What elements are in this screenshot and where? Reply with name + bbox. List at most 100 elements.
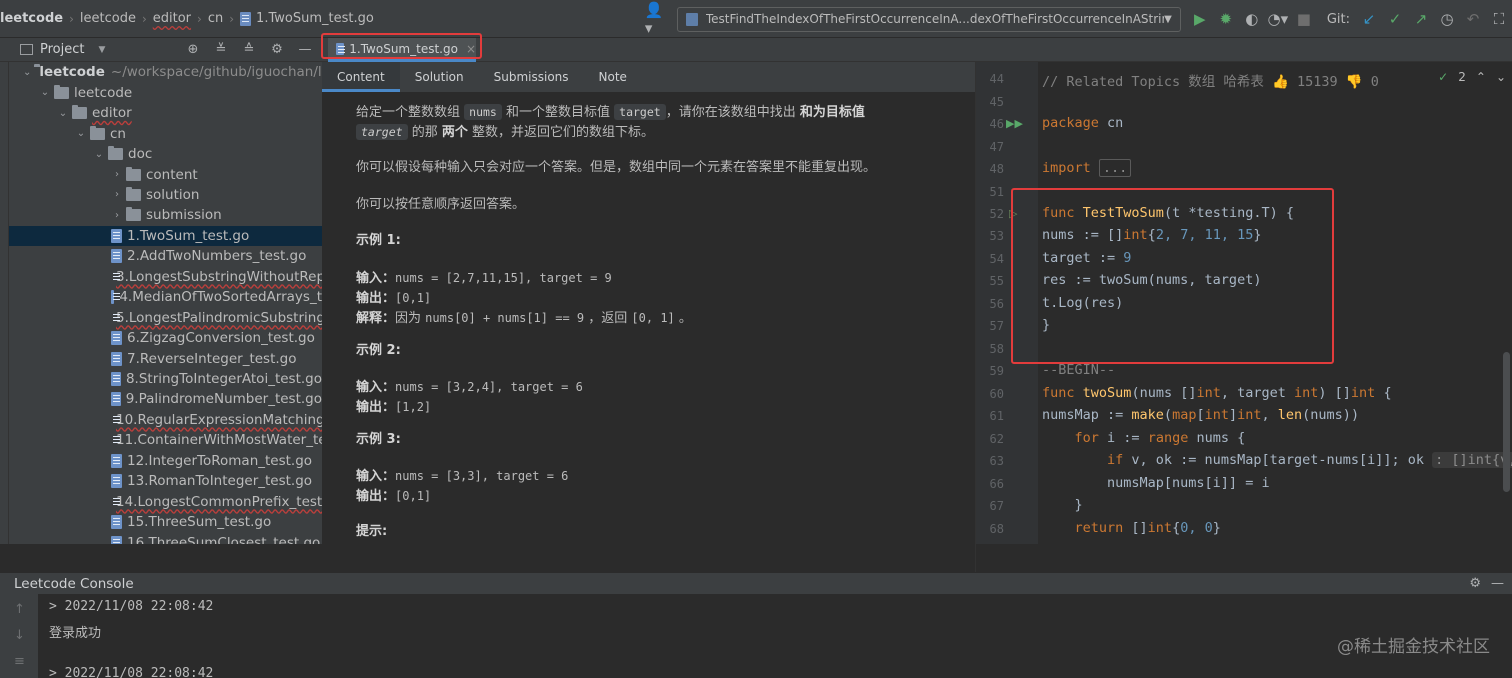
- chevron-right-icon[interactable]: ›: [111, 210, 123, 221]
- breadcrumb-project[interactable]: leetcode: [0, 0, 63, 38]
- code: (: [1163, 407, 1173, 423]
- gear-icon[interactable]: ⚙: [1469, 576, 1481, 591]
- chevron-down-icon[interactable]: ⌄: [23, 67, 31, 78]
- tree-folder-item[interactable]: ⌄ leetcode: [9, 82, 322, 103]
- gear-icon[interactable]: ⚙: [266, 42, 288, 57]
- chevron-down-icon[interactable]: ⌄: [75, 128, 87, 139]
- chevron-down-icon[interactable]: ⌄: [93, 149, 105, 160]
- text: 因为: [395, 311, 422, 326]
- line-number: 57: [989, 319, 1004, 333]
- arrow-down-icon[interactable]: ↓: [14, 628, 25, 643]
- tree-file-item[interactable]: 6.ZigzagConversion_test.go: [9, 328, 322, 349]
- fullscreen-icon[interactable]: ⛶: [1486, 6, 1512, 32]
- tree-item-label: 5.LongestPalindromicSubstring: [116, 309, 322, 326]
- line-number: 51: [989, 185, 1004, 199]
- label: 输出：: [356, 291, 396, 306]
- tree-folder-item[interactable]: ⌄ leetcode ~/workspace/github/iguochan/le: [9, 62, 322, 83]
- line-number: 54: [989, 252, 1004, 266]
- tree-folder-item[interactable]: › content: [9, 164, 322, 185]
- tree-folder-item[interactable]: › solution: [9, 185, 322, 206]
- line-number: 46: [989, 117, 1004, 131]
- text: 和一个整数目标值: [506, 105, 611, 120]
- chevron-up-icon[interactable]: ⌃: [1476, 70, 1486, 84]
- folder-icon: [108, 146, 123, 161]
- tree-file-item[interactable]: 8.StringToIntegerAtoi_test.go: [9, 369, 322, 390]
- collapse-all-icon[interactable]: ≙: [238, 42, 260, 57]
- tree-file-item[interactable]: 2.AddTwoNumbers_test.go: [9, 246, 322, 267]
- run-test-icon[interactable]: ▶▶: [1006, 117, 1023, 130]
- git-update-icon[interactable]: ↙: [1356, 6, 1382, 32]
- arrow-up-icon[interactable]: ↑: [14, 602, 25, 617]
- tree-file-item[interactable]: 1.TwoSum_test.go: [9, 225, 322, 247]
- chevron-down-icon: ▼: [1164, 13, 1172, 25]
- folded-code-hint[interactable]: : []int{v,: [1432, 452, 1512, 468]
- tab-content[interactable]: Content: [322, 62, 400, 92]
- stop-icon[interactable]: ■: [1291, 6, 1317, 32]
- tree-file-item[interactable]: 4.MedianOfTwoSortedArrays_t: [9, 287, 322, 308]
- profile-icon[interactable]: ◔▾: [1265, 6, 1291, 32]
- type: int: [1294, 385, 1319, 401]
- user-icon[interactable]: 👤▾: [645, 1, 671, 37]
- code: }: [1212, 520, 1221, 536]
- inline-code: target: [356, 124, 408, 140]
- git-push-icon[interactable]: ↗: [1408, 6, 1434, 32]
- expand-all-icon[interactable]: ≚: [210, 42, 232, 57]
- tree-file-item[interactable]: 14.LongestCommonPrefix_test: [9, 491, 322, 512]
- breadcrumb-module[interactable]: leetcode: [80, 0, 136, 38]
- project-tree[interactable]: ⌄ leetcode ~/workspace/github/iguochan/le ⌄…: [9, 62, 322, 544]
- chevron-down-icon[interactable]: ⌄: [39, 87, 51, 98]
- rollback-icon[interactable]: ↶: [1460, 6, 1486, 32]
- git-label: Git:: [1326, 11, 1350, 27]
- tab-submissions[interactable]: Submissions: [479, 62, 584, 92]
- tree-file-item[interactable]: 9.PalindromeNumber_test.go: [9, 389, 322, 410]
- type: int: [1350, 385, 1376, 401]
- tree-folder-item[interactable]: › submission: [9, 205, 322, 226]
- go-file-icon: [111, 515, 122, 530]
- minimize-icon[interactable]: —: [1491, 576, 1504, 591]
- run-configuration-select[interactable]: TestFindTheIndexOfTheFirstOccurrenceInA.…: [676, 6, 1181, 32]
- tree-folder-item[interactable]: ⌄ cn: [9, 123, 322, 144]
- history-icon[interactable]: ◷: [1434, 6, 1460, 32]
- example-1-output: 输出：[0,1]: [356, 288, 431, 309]
- tree-file-item[interactable]: 16.ThreeSumClosest_test.go: [9, 532, 322, 544]
- example-2-output: 输出：[1,2]: [356, 397, 431, 418]
- breadcrumb-editor[interactable]: editor: [153, 0, 191, 38]
- tree-file-item[interactable]: 13.RomanToInteger_test.go: [9, 471, 322, 492]
- tree-file-item[interactable]: 10.RegularExpressionMatching: [9, 410, 322, 431]
- tab-note[interactable]: Note: [584, 62, 642, 92]
- tree-file-item[interactable]: 15.ThreeSum_test.go: [9, 512, 322, 533]
- tree-item-label: 16.ThreeSumClosest_test.go: [127, 534, 321, 544]
- tree-file-item[interactable]: 12.IntegerToRoman_test.go: [9, 451, 322, 472]
- tab-solution[interactable]: Solution: [400, 62, 479, 92]
- tree-item-label: content: [146, 166, 198, 183]
- breadcrumb-cn[interactable]: cn: [208, 0, 223, 38]
- tree-file-item[interactable]: 3.LongestSubstringWithoutRep: [9, 267, 322, 288]
- folded-imports[interactable]: ...: [1098, 159, 1132, 177]
- project-view-selector[interactable]: Project ▼: [20, 42, 105, 57]
- tree-item-label: doc: [128, 146, 153, 163]
- console-output[interactable]: ↑ ↓ ≡ > 2022/11/08 22:08:42 登录成功 > 2022/…: [0, 594, 1512, 678]
- value: nums = [2,7,11,15], target = 9: [395, 271, 612, 285]
- chevron-down-icon[interactable]: ⌄: [57, 108, 69, 119]
- folder-icon: [54, 84, 69, 99]
- chevron-down-icon[interactable]: ⌄: [1496, 70, 1506, 84]
- inspection-widget[interactable]: ✓ 2 ⌃ ⌄: [1438, 70, 1506, 84]
- example-3-title: 示例 3:: [356, 432, 401, 447]
- coverage-icon[interactable]: ◐: [1239, 6, 1265, 32]
- minimize-icon[interactable]: —: [294, 42, 316, 57]
- git-commit-icon[interactable]: ✓: [1382, 6, 1408, 32]
- debug-icon[interactable]: ✹: [1213, 6, 1239, 32]
- tree-file-item[interactable]: 5.LongestPalindromicSubstring: [9, 307, 322, 328]
- chevron-right-icon[interactable]: ›: [111, 169, 123, 180]
- tree-file-item[interactable]: 11.ContainerWithMostWater_te: [9, 430, 322, 451]
- project-tool-window-header: Project ▼ ⊕ ≚ ≙ ⚙ —: [0, 38, 322, 62]
- run-icon[interactable]: ▶: [1187, 6, 1213, 32]
- tree-folder-item[interactable]: ⌄ doc: [9, 144, 322, 165]
- breadcrumb-file[interactable]: 1.TwoSum_test.go: [256, 0, 374, 38]
- locate-icon[interactable]: ⊕: [182, 42, 204, 57]
- tree-folder-item[interactable]: ⌄ editor: [9, 103, 322, 124]
- chevron-right-icon[interactable]: ›: [111, 189, 123, 200]
- soft-wrap-icon[interactable]: ≡: [14, 654, 25, 669]
- tree-file-item[interactable]: 7.ReverseInteger_test.go: [9, 348, 322, 369]
- editor-scrollbar[interactable]: [1503, 352, 1510, 492]
